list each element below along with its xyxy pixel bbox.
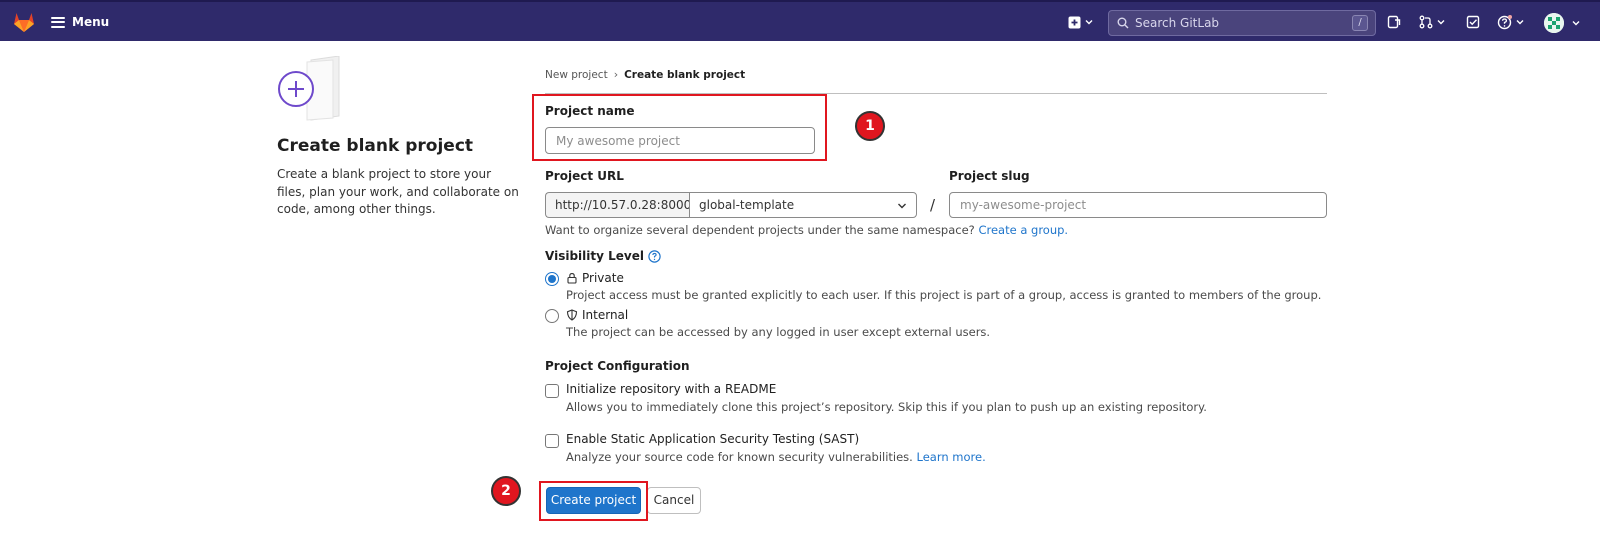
chevron-down-icon[interactable] [1572,19,1580,27]
help-dropdown[interactable] [1497,12,1524,32]
top-navbar: Menu Search GitLab / [0,0,1600,41]
project-configuration-label: Project Configuration [545,359,690,373]
visibility-internal-radio[interactable] [545,309,559,323]
namespace-select[interactable]: global-template [689,192,917,218]
search-placeholder: Search GitLab [1135,16,1220,30]
project-url-prefix: http://10.57.0.28:8000/ [545,192,695,218]
create-group-link[interactable]: Create a group. [978,223,1068,237]
cancel-button[interactable]: Cancel [647,487,701,514]
step-badge-2: 2 [491,476,521,506]
blank-project-illustration [278,56,340,121]
page-description: Create a blank project to store your fil… [277,167,519,216]
highlight-box-create-button [539,481,648,521]
visibility-private-description: Project access must be granted explicitl… [566,288,1322,302]
visibility-level-text: Visibility Level [545,249,644,263]
breadcrumb: New project › Create blank project [545,68,745,81]
namespace-help: Want to organize several dependent proje… [545,223,1068,237]
new-item-icon [1068,16,1081,28]
menu-button[interactable]: Menu [51,12,109,32]
chevron-down-icon [1516,20,1524,25]
visibility-internal-label: Internal [566,308,628,322]
project-slug-input[interactable] [949,192,1327,218]
question-circle-icon[interactable] [648,249,661,263]
visibility-internal-text: Internal [582,308,629,322]
chevron-down-icon [1085,20,1093,25]
todo-button[interactable] [1466,12,1480,32]
breadcrumb-current: Create blank project [624,68,746,81]
new-item-dropdown[interactable] [1068,12,1093,32]
breadcrumb-new-project[interactable]: New project [545,69,608,81]
readme-checkbox[interactable] [545,384,559,398]
url-separator: / [930,196,936,214]
help-icon [1497,14,1512,29]
learn-more-link[interactable]: Learn more. [917,450,986,464]
project-slug-label: Project slug [949,169,1030,183]
visibility-private-label: Private [566,271,624,285]
lock-icon [567,273,577,284]
issues-button[interactable] [1387,12,1401,32]
page-title: Create blank project [277,136,474,156]
search-icon [1117,17,1129,29]
highlight-box-project-name [532,94,827,161]
gitlab-logo-icon[interactable] [12,11,36,33]
issues-icon [1387,15,1401,29]
namespace-value: global-template [699,198,795,212]
user-avatar[interactable] [1544,13,1564,33]
readme-description: Allows you to immediately clone this pro… [566,400,1207,414]
chevron-down-icon [1437,20,1445,25]
visibility-private-text: Private [582,271,624,285]
sast-description-text: Analyze your source code for known secur… [566,450,913,464]
todo-icon [1466,15,1480,29]
chevron-down-icon [898,203,906,209]
search-shortcut-key: / [1352,15,1368,31]
visibility-private-radio[interactable] [545,272,559,286]
visibility-level-label: Visibility Level [545,249,661,263]
avatar-identicon [1544,13,1564,33]
chevron-right-icon: › [613,68,619,81]
sast-description: Analyze your source code for known secur… [566,450,986,464]
shield-icon [566,309,578,321]
sast-label: Enable Static Application Security Testi… [566,432,860,446]
menu-label: Menu [72,15,110,29]
merge-requests-dropdown[interactable] [1419,12,1445,32]
readme-label: Initialize repository with a README [566,382,777,396]
menu-icon [51,16,65,28]
search-input[interactable]: Search GitLab / [1108,10,1376,36]
project-url-label: Project URL [545,169,624,183]
step-badge-1: 1 [855,111,885,141]
sast-checkbox[interactable] [545,434,559,448]
merge-requests-icon [1419,15,1433,29]
namespace-help-text: Want to organize several dependent proje… [545,223,975,237]
visibility-internal-description: The project can be accessed by any logge… [566,325,991,339]
